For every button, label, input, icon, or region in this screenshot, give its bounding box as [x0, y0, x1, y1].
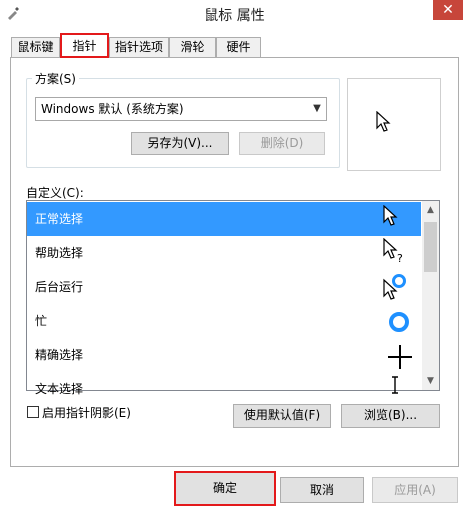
scroll-thumb[interactable]	[424, 222, 437, 272]
cursor-preview	[347, 78, 441, 171]
tab-hardware[interactable]: 硬件	[216, 37, 261, 57]
window-title: 鼠标 属性	[204, 8, 265, 24]
browse-button[interactable]: 浏览(B)...	[341, 404, 440, 428]
tab-pointer-options[interactable]: 指针选项	[109, 37, 169, 57]
text-cursor-icon	[392, 376, 398, 394]
busy-cursor-icon	[389, 312, 409, 332]
background-busy-cursor-icon	[383, 274, 406, 300]
list-item[interactable]: 帮助选择	[27, 236, 421, 270]
arrow-cursor-icon	[383, 205, 398, 226]
scroll-up-icon[interactable]: ▲	[422, 202, 439, 219]
tab-wheel[interactable]: 滑轮	[169, 37, 216, 57]
list-item[interactable]: 正常选择	[27, 202, 421, 236]
shadow-checkbox-label: 启用指针阴影(E)	[42, 406, 131, 420]
cancel-button[interactable]: 取消	[280, 477, 364, 503]
list-item[interactable]: 精确选择	[27, 338, 421, 372]
tab-buttons[interactable]: 鼠标键	[11, 37, 60, 57]
list-item[interactable]: 忙	[27, 304, 421, 338]
delete-button: 删除(D)	[239, 132, 325, 155]
use-default-button[interactable]: 使用默认值(F)	[233, 404, 331, 428]
chevron-down-icon[interactable]: ▼	[309, 98, 325, 120]
scheme-select[interactable]: Windows 默认 (系统方案)	[35, 97, 327, 121]
list-item[interactable]: 文本选择	[27, 372, 421, 406]
scheme-label: 方案(S)	[32, 70, 79, 87]
svg-text:?: ?	[397, 252, 403, 264]
list-item[interactable]: 后台运行	[27, 270, 421, 304]
save-as-button[interactable]: 另存为(V)...	[131, 132, 229, 155]
customize-label: 自定义(C):	[26, 186, 84, 200]
apply-button: 应用(A)	[372, 477, 458, 503]
scroll-down-icon[interactable]: ▼	[422, 373, 439, 390]
help-cursor-icon: ?	[383, 238, 403, 264]
precision-cursor-icon	[388, 345, 412, 369]
shadow-checkbox[interactable]	[27, 406, 39, 418]
arrow-cursor-icon	[376, 111, 391, 132]
tab-pointers[interactable]: 指针	[60, 33, 109, 58]
close-button[interactable]: ✕	[433, 0, 463, 20]
ok-button[interactable]: 确定	[174, 471, 276, 506]
